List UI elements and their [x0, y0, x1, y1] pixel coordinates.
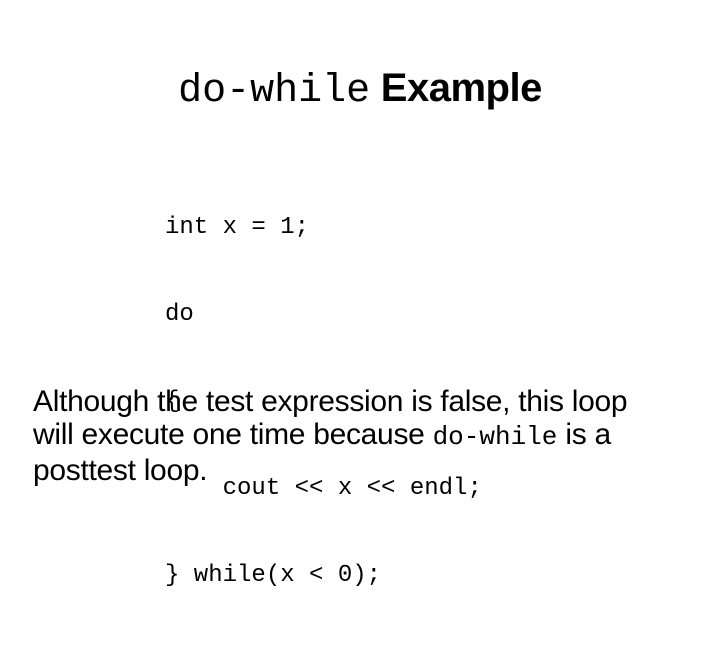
code-line: } while(x < 0); [165, 562, 382, 589]
page-title-sans-part: Example [370, 66, 543, 111]
body-paragraph: Although the test expression is false, t… [33, 385, 673, 487]
body-inline-code-term: do-while [432, 422, 558, 452]
code-line: do [165, 301, 194, 328]
slide-canvas: do-while Example int x = 1; do { cout <<… [0, 0, 720, 589]
page-title: do-while Example [0, 65, 720, 115]
page-title-mono-part: do-while [178, 69, 371, 115]
code-line: int x = 1; [165, 214, 310, 241]
